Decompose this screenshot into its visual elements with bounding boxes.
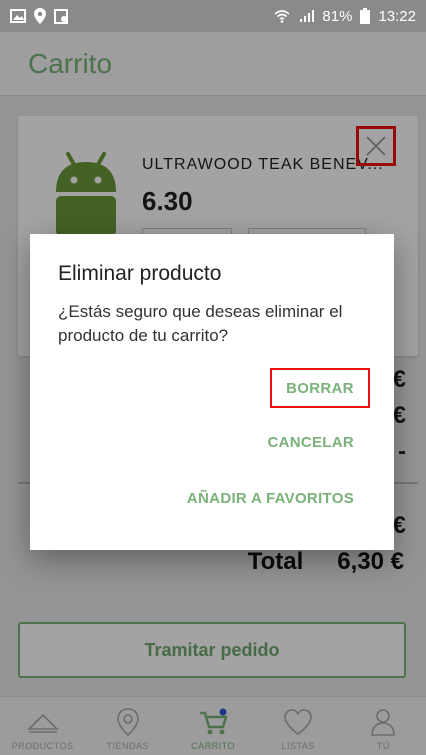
clipboard-notification-icon [54, 9, 68, 24]
battery-percent: 81% [322, 7, 353, 25]
signal-icon [300, 10, 315, 22]
location-notification-icon [34, 8, 46, 24]
cancel-button[interactable]: CANCELAR [267, 434, 354, 451]
dialog-message: ¿Estás seguro que deseas eliminar el pro… [58, 302, 343, 345]
status-left-icons [10, 8, 68, 24]
status-right: 81% 13:22 [274, 8, 416, 25]
clock: 13:22 [378, 7, 416, 25]
add-to-favorites-button[interactable]: AÑADIR A FAVORITOS [187, 490, 354, 507]
gallery-notification-icon [10, 9, 26, 23]
status-bar: 81% 13:22 [0, 0, 426, 32]
delete-button[interactable]: BORRAR [270, 368, 370, 408]
dialog-title: Eliminar producto [58, 262, 222, 285]
wifi-icon [274, 10, 290, 23]
delete-product-dialog: Eliminar producto ¿Estás seguro que dese… [30, 234, 394, 550]
battery-icon [360, 8, 371, 24]
